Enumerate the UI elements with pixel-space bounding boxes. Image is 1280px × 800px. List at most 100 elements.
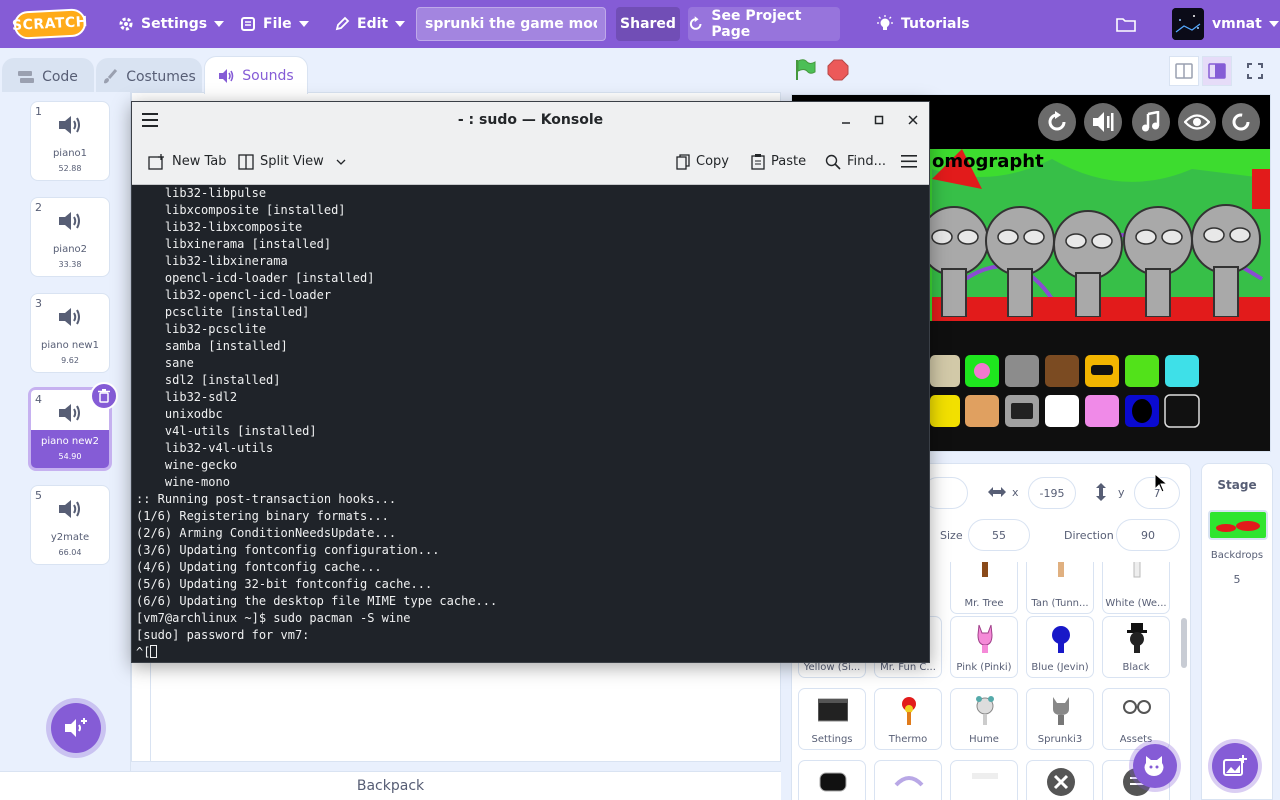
tutorials-button[interactable]: Tutorials [876,0,970,48]
speaker-icon [59,212,80,230]
size-label: Size [940,529,963,542]
terminal-line: lib32-libxinerama [136,254,288,268]
terminal-line: (1/6) Registering binary formats... [136,509,389,523]
y-label: y [1118,486,1125,499]
normal-stage-button[interactable] [1202,56,1232,86]
sprite-tile[interactable]: Settings [798,688,866,750]
reload-button[interactable] [1222,103,1260,141]
sprite-tile[interactable]: Thermo [874,688,942,750]
search-icon [825,154,841,170]
edit-menu[interactable]: Edit [334,0,406,48]
project-title-input[interactable] [416,7,606,41]
account-menu[interactable]: vmnat [1212,0,1279,48]
shared-button[interactable]: Shared [616,7,680,41]
split-view-button[interactable]: Split View [238,138,346,185]
x-position-input[interactable]: -195 [1028,477,1076,509]
delete-sound-button[interactable] [90,382,118,410]
sprite-tile[interactable]: Assets [1102,688,1170,750]
stage-thumbnail [1208,510,1268,540]
close-button[interactable] [903,110,923,130]
maximize-button[interactable] [869,110,889,130]
konsole-window[interactable]: - : sudo — Konsole New Tab Split View Co… [131,101,930,663]
terminal-line: lib32-libpulse [136,186,267,200]
speaker-icon [219,68,234,83]
white-sprite-icon [1133,562,1141,578]
sound-duration: 33.38 [58,260,82,269]
scratch-logo[interactable]: SCRATCH [12,8,88,40]
sprite-name: Thermo [888,734,928,745]
copy-button[interactable]: Copy [676,138,729,185]
minimize-button[interactable] [836,110,856,130]
sprite-tile[interactable] [1026,760,1094,800]
find-button[interactable]: Find... [825,138,886,185]
sound-item[interactable]: 5 y2mate 66.04 [30,485,110,565]
lightbulb-icon [877,15,893,30]
sprunki3-sprite-icon [1053,697,1069,725]
sprite-tile[interactable]: Sprunki3 [1026,688,1094,750]
sound-name: piano2 [52,244,88,255]
sound-toggle-button[interactable] [1084,103,1122,141]
tab-costumes[interactable]: Costumes [96,58,202,94]
terminal-line: wine-gecko [136,458,238,472]
music-button[interactable] [1132,103,1170,141]
volume-icon [1093,112,1114,132]
minimize-icon [842,122,850,124]
terminal-line: sdl2 [installed] [136,373,281,387]
terminal-line: sane [136,356,194,370]
trash-icon [98,389,110,403]
sound-item[interactable]: 3 piano new1 9.62 [30,293,110,373]
tab-code[interactable]: Code [2,58,94,94]
sprite-tile[interactable] [874,760,942,800]
sprite-tile[interactable] [950,760,1018,800]
normal-stage-icon [1208,63,1226,79]
paste-button[interactable]: Paste [751,138,806,185]
direction-input[interactable]: 90 [1116,519,1180,551]
caret-down-icon [214,21,225,27]
sprite-tile[interactable] [798,760,866,800]
sprite-name: Blue (Jevin) [1031,662,1089,673]
menubar: SCRATCH Settings File Edit Shared See Pr… [0,0,1280,48]
stop-icon[interactable] [827,59,849,81]
stage-label: Stage [1217,478,1257,492]
my-stuff-button[interactable] [1116,0,1136,48]
sprite-tile[interactable]: Hume [950,688,1018,750]
terminal-cursor [150,645,158,658]
sound-duration: 66.04 [58,548,82,557]
new-tab-icon [148,153,164,170]
choose-sprite-button[interactable] [1133,744,1177,788]
sprite-name: Hume [969,734,999,745]
sprite-tile[interactable]: Mr. Tree [950,562,1018,614]
hamburger-menu-icon[interactable] [901,155,917,168]
new-tab-label: New Tab [172,154,227,169]
sprite-tile[interactable]: Blue (Jevin) [1026,616,1094,678]
choose-backdrop-button[interactable] [1212,743,1258,789]
sprite-tile[interactable]: Black [1102,616,1170,678]
stage-thumbnail-art-icon [1216,521,1260,532]
settings-menu[interactable]: Settings [118,0,225,48]
green-flag-icon[interactable] [794,59,816,81]
image-plus-icon [1223,755,1247,776]
sprite-list-scrollbar[interactable] [1181,618,1187,668]
fullscreen-button[interactable] [1240,56,1270,86]
visibility-button[interactable] [1178,103,1216,141]
avatar[interactable] [1172,8,1204,40]
pencil-icon [335,16,350,31]
size-input[interactable]: 55 [968,519,1030,551]
konsole-titlebar[interactable]: - : sudo — Konsole [132,102,929,138]
backpack-bar[interactable]: Backpack [0,771,781,800]
terminal-output[interactable]: lib32-libpulse libxcomposite [installed]… [132,185,929,662]
tab-sounds[interactable]: Sounds [204,56,308,94]
choose-sound-button[interactable] [51,703,101,753]
sprite-tile[interactable]: Tan (Tunn... [1026,562,1094,614]
file-menu[interactable]: File [240,0,309,48]
sprite-tile[interactable]: Pink (Pinki) [950,616,1018,678]
sprite-tile[interactable]: White (We... [1102,562,1170,614]
terminal-line: wine-mono [136,475,230,489]
small-stage-button[interactable] [1169,56,1199,86]
new-tab-button[interactable]: New Tab [148,138,227,185]
reset-button[interactable] [1038,103,1076,141]
sound-item[interactable]: 2 piano2 33.38 [30,197,110,277]
see-project-page-button[interactable]: See Project Page [688,7,840,41]
sound-item[interactable]: 1 piano1 52.88 [30,101,110,181]
sound-name: piano new2 [41,436,99,447]
